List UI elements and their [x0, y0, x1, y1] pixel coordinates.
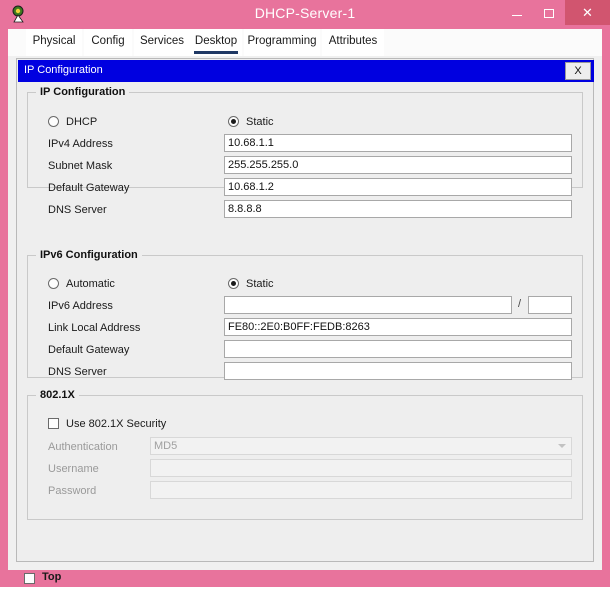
ipv6-address-input[interactable]: [224, 296, 512, 314]
ip-configuration-close-button[interactable]: X: [565, 62, 591, 80]
password-label: Password: [48, 485, 97, 497]
maximize-icon: [544, 9, 554, 19]
maximize-button[interactable]: [533, 0, 565, 25]
tab-config[interactable]: Config: [84, 29, 132, 56]
ip-configuration-dialog-header: IP Configuration X: [18, 60, 594, 82]
top-label: Top: [42, 571, 62, 583]
ipv6-prefix-separator: /: [518, 298, 522, 310]
window-client-area: Physical Config Services Desktop Program…: [8, 29, 602, 584]
tab-bar: Physical Config Services Desktop Program…: [8, 29, 602, 56]
username-input[interactable]: [150, 459, 572, 477]
window-title-bar: DHCP-Server-1 ✕: [0, 0, 610, 29]
subnet-mask-label: Subnet Mask: [48, 160, 113, 172]
chevron-down-icon: [558, 444, 566, 448]
ipv6-default-gateway-label: Default Gateway: [48, 344, 130, 356]
ipv4-default-gateway-label: Default Gateway: [48, 182, 130, 194]
ipv4-default-gateway-input[interactable]: 10.68.1.2: [224, 178, 572, 196]
authentication-label: Authentication: [48, 441, 118, 453]
application-window: DHCP-Server-1 ✕ Physical Config Services…: [0, 0, 610, 587]
ip-configuration-group: IP Configuration DHCP Static IPv4 Addres…: [27, 86, 583, 218]
ipv4-address-label: IPv4 Address: [48, 138, 113, 150]
dhcp-label: DHCP: [66, 116, 98, 128]
static-label: Static: [246, 116, 274, 128]
ipv4-dns-server-input[interactable]: 8.8.8.8: [224, 200, 572, 218]
minimize-icon: [512, 15, 522, 17]
use-dot1x-security-checkbox[interactable]: [48, 418, 59, 429]
ipv4-dns-server-label: DNS Server: [48, 204, 107, 216]
ipv6-default-gateway-input[interactable]: [224, 340, 572, 358]
bottom-bar: Top: [16, 566, 594, 594]
minimize-button[interactable]: [501, 0, 533, 25]
ipv6-dns-server-label: DNS Server: [48, 366, 107, 378]
link-local-address-input[interactable]: FE80::2E0:B0FF:FEDB:8263: [224, 318, 572, 336]
tab-physical[interactable]: Physical: [26, 29, 82, 56]
tab-desktop[interactable]: Desktop: [190, 29, 242, 56]
ipv4-address-input[interactable]: 10.68.1.1: [224, 134, 572, 152]
link-local-address-label: Link Local Address: [48, 322, 141, 334]
tab-attributes[interactable]: Attributes: [322, 29, 384, 56]
static-radio[interactable]: [228, 116, 239, 127]
password-input[interactable]: [150, 481, 572, 499]
tab-programming[interactable]: Programming: [244, 29, 320, 56]
subnet-mask-input[interactable]: 255.255.255.0: [224, 156, 572, 174]
authentication-selected-value: MD5: [154, 440, 178, 452]
ipv6-configuration-group: IPv6 Configuration Automatic Static IPv6…: [27, 249, 583, 380]
use-dot1x-security-label: Use 802.1X Security: [66, 418, 167, 430]
authentication-select[interactable]: MD5: [150, 437, 572, 455]
top-checkbox[interactable]: [24, 573, 35, 584]
dot1x-group-title: 802.1X: [36, 389, 79, 401]
close-icon: ✕: [582, 5, 593, 20]
ipv6-static-label: Static: [246, 278, 274, 290]
username-label: Username: [48, 463, 99, 475]
ipv6-static-radio[interactable]: [228, 278, 239, 289]
ipv6-configuration-group-title: IPv6 Configuration: [36, 249, 142, 261]
ipv6-dns-server-input[interactable]: [224, 362, 572, 380]
ipv6-automatic-label: Automatic: [66, 278, 115, 290]
close-button[interactable]: ✕: [565, 0, 610, 25]
tab-services[interactable]: Services: [134, 29, 190, 56]
ipv6-prefix-input[interactable]: [528, 296, 572, 314]
ip-configuration-group-title: IP Configuration: [36, 86, 130, 98]
dhcp-radio[interactable]: [48, 116, 59, 127]
desktop-panel: IP Configuration X IP Configuration DHCP…: [16, 58, 594, 562]
dot1x-group: 802.1X Use 802.1X Security Authenticatio…: [27, 389, 583, 520]
ip-configuration-dialog-title: IP Configuration: [24, 64, 103, 76]
ipv6-automatic-radio[interactable]: [48, 278, 59, 289]
ipv6-address-label: IPv6 Address: [48, 300, 113, 312]
